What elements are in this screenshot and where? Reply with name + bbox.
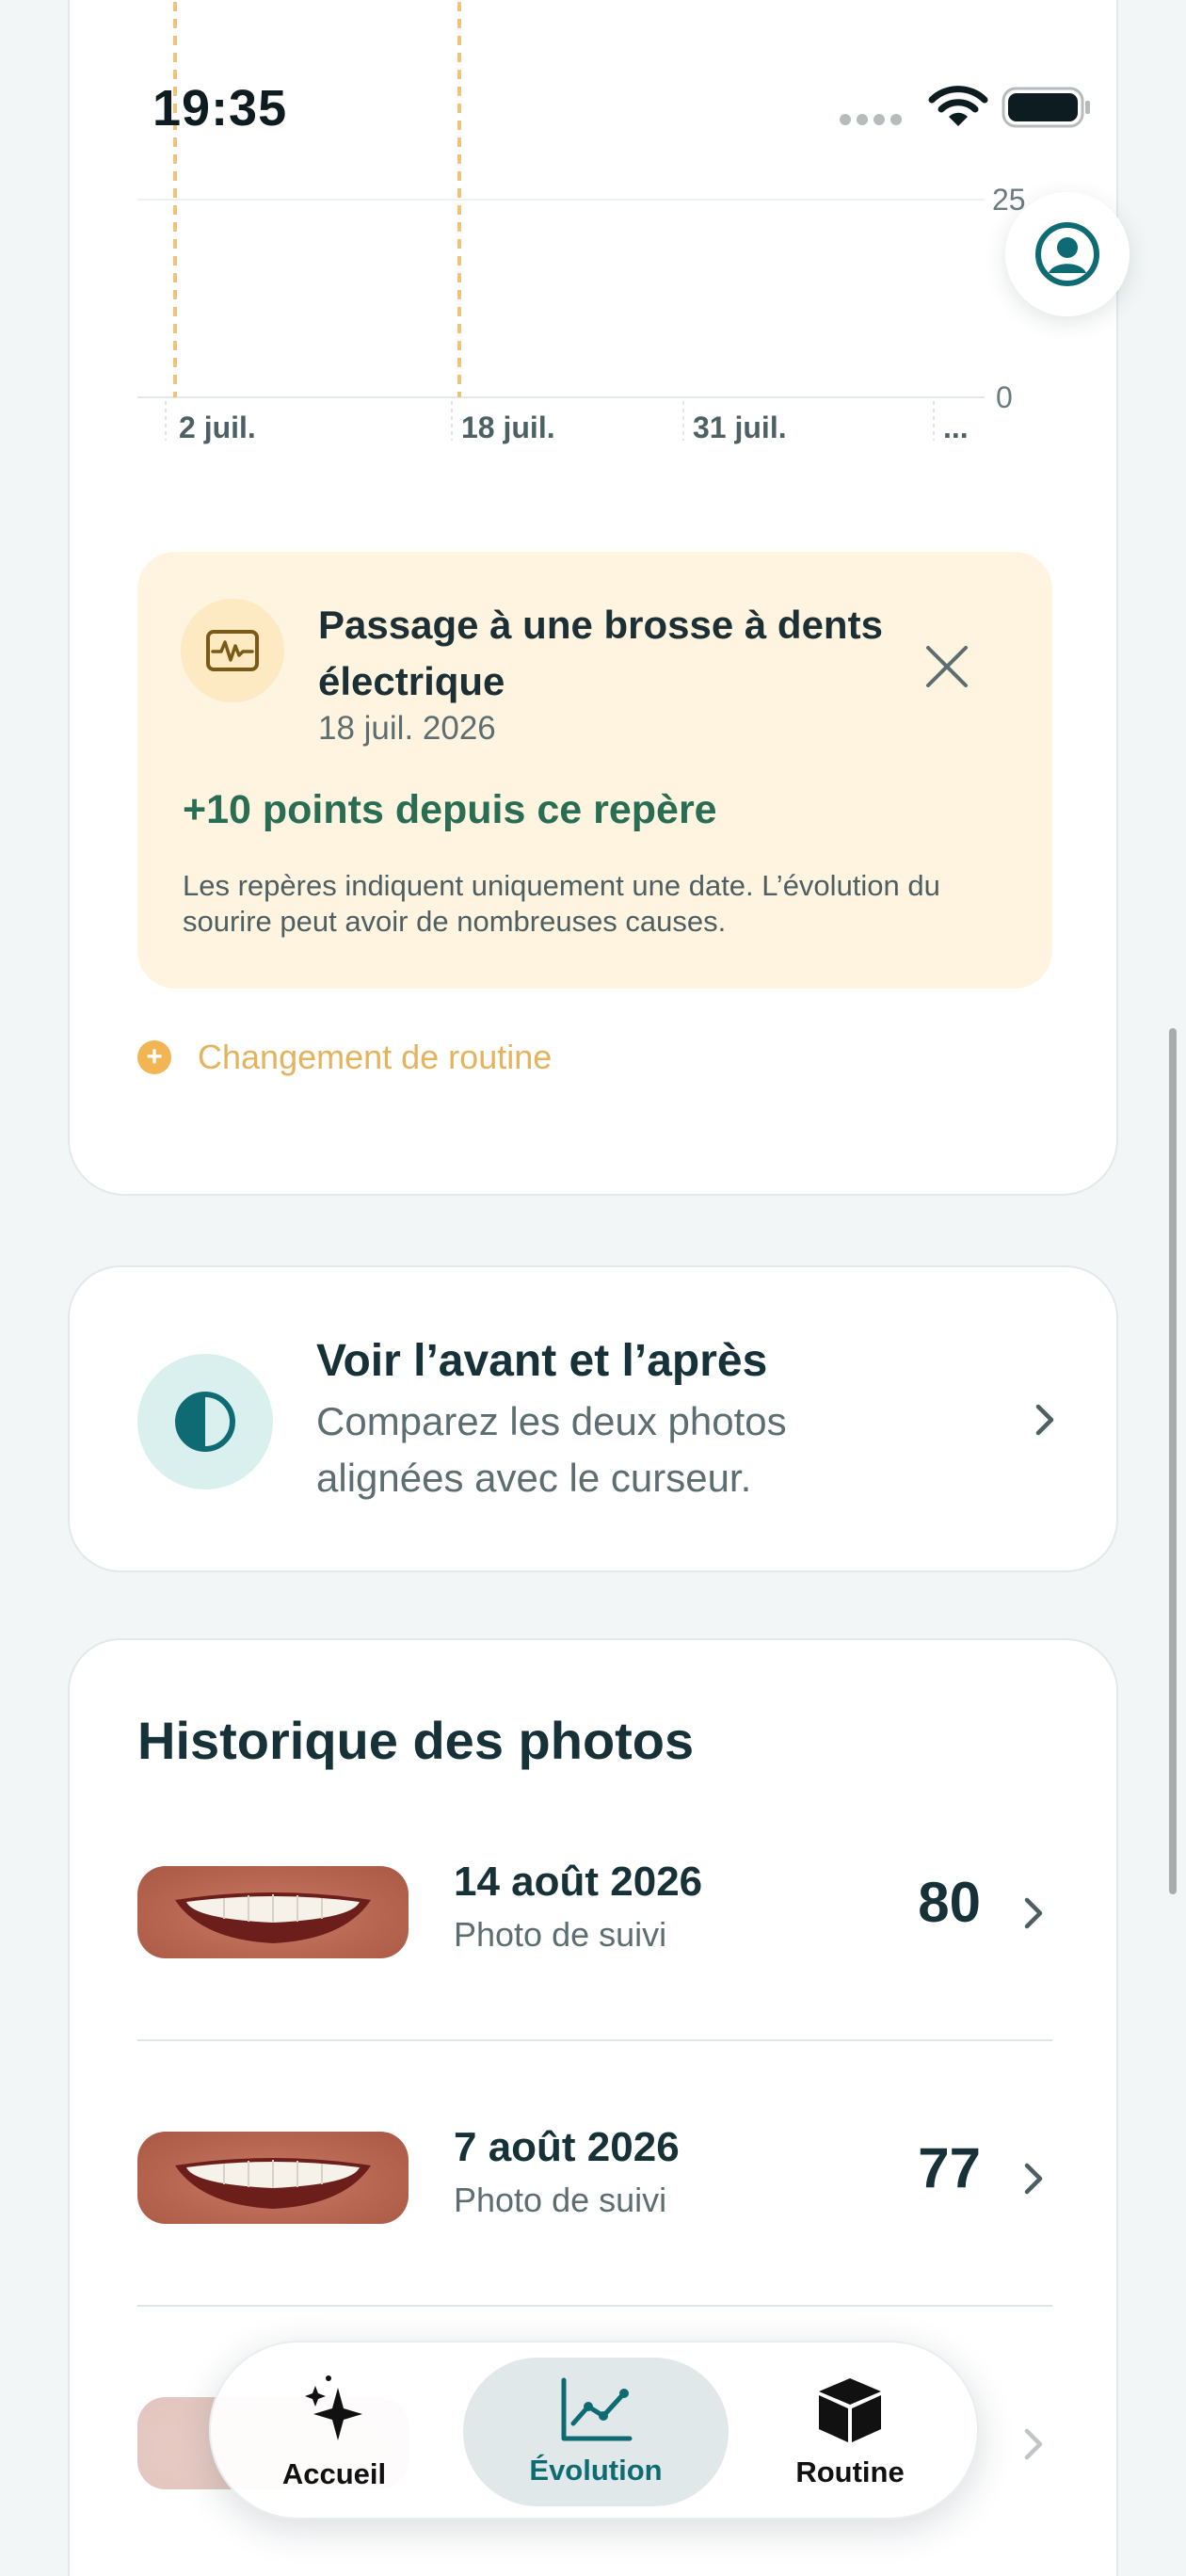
tab-evolution[interactable]: Évolution: [473, 2343, 719, 2521]
milestone-disclaimer: Les repères indiquent uniquement une dat…: [183, 869, 940, 938]
milestone-detail-card: Passage à une brosse à dents électrique …: [137, 552, 1052, 989]
photo-history-title: Historique des photos: [137, 1711, 695, 1770]
milestone-icon-badge: [181, 599, 284, 702]
scroll-indicator[interactable]: [1169, 1028, 1177, 1894]
milestone-title: Passage à une brosse à dents électrique: [318, 603, 883, 703]
history-row-subtitle: Photo de suivi: [454, 1915, 667, 1954]
contrast-icon-badge: [137, 1354, 273, 1489]
chart-line-icon: [561, 2377, 633, 2441]
activity-pulse-icon: [206, 630, 259, 671]
smile-photo-thumbnail: [137, 2132, 409, 2224]
close-milestone-button[interactable]: [919, 638, 975, 695]
history-row-subtitle: Photo de suivi: [454, 2181, 667, 2219]
chevron-right-icon: [1024, 1897, 1043, 1929]
chevron-right-icon: [1024, 2163, 1043, 2195]
chevron-right-icon: [1024, 2428, 1043, 2460]
history-row[interactable]: 7 août 2026 Photo de suivi 77: [137, 2041, 1052, 2307]
history-row[interactable]: 14 août 2026 Photo de suivi 80: [137, 1776, 1052, 2041]
history-row-date: 7 août 2026: [454, 2124, 680, 2170]
box-icon: [819, 2378, 881, 2442]
before-after-subtitle: Comparez les deux photos alignées avec l…: [316, 1399, 787, 1500]
status-time: 19:35: [152, 80, 288, 137]
history-row-score: 80: [918, 1871, 981, 1934]
chevron-right-icon: [1035, 1404, 1054, 1436]
x-tick-label: 31 juil.: [693, 411, 787, 444]
contrast-icon: [175, 1392, 235, 1452]
tab-label: Évolution: [529, 2454, 663, 2487]
tab-routine[interactable]: Routine: [727, 2343, 973, 2521]
user-circle-icon: [1035, 222, 1099, 286]
smile-photo-thumbnail: [137, 1866, 409, 1958]
status-icons: [840, 85, 1094, 132]
wifi-icon: [928, 86, 988, 126]
routine-change-label: Changement de routine: [198, 1038, 553, 1076]
evolution-chart-card: 25 0 2 juil. 18 juil. 31 juil. ... Passa…: [68, 0, 1118, 1196]
before-after-card[interactable]: Voir l’avant et l’après Comparez les deu…: [68, 1265, 1118, 1572]
bottom-tab-bar: Accueil Évolution Routine: [209, 2341, 979, 2520]
tab-accueil[interactable]: Accueil: [211, 2343, 457, 2521]
x-tick-label: 2 juil.: [179, 411, 256, 444]
milestone-date: 18 juil. 2026: [318, 710, 496, 747]
profile-button[interactable]: [1005, 192, 1130, 316]
sparkles-icon: [305, 2375, 362, 2440]
plus-icon: +: [137, 1040, 171, 1074]
history-row-score: 77: [918, 2136, 981, 2199]
x-tick-label: 18 juil.: [461, 411, 555, 444]
cellular-signal-icon: [840, 113, 907, 130]
milestone-points-delta: +10 points depuis ce repère: [183, 787, 717, 832]
tab-label: Routine: [795, 2455, 905, 2488]
before-after-title: Voir l’avant et l’après: [316, 1336, 768, 1386]
close-icon: [926, 646, 968, 687]
battery-icon: [1002, 87, 1090, 128]
add-routine-change-button[interactable]: + Changement de routine: [137, 1032, 552, 1083]
y-tick-0: 0: [996, 380, 1013, 414]
tab-label: Accueil: [281, 2457, 387, 2490]
history-row-date: 14 août 2026: [454, 1859, 703, 1905]
x-tick-label: ...: [943, 411, 969, 444]
